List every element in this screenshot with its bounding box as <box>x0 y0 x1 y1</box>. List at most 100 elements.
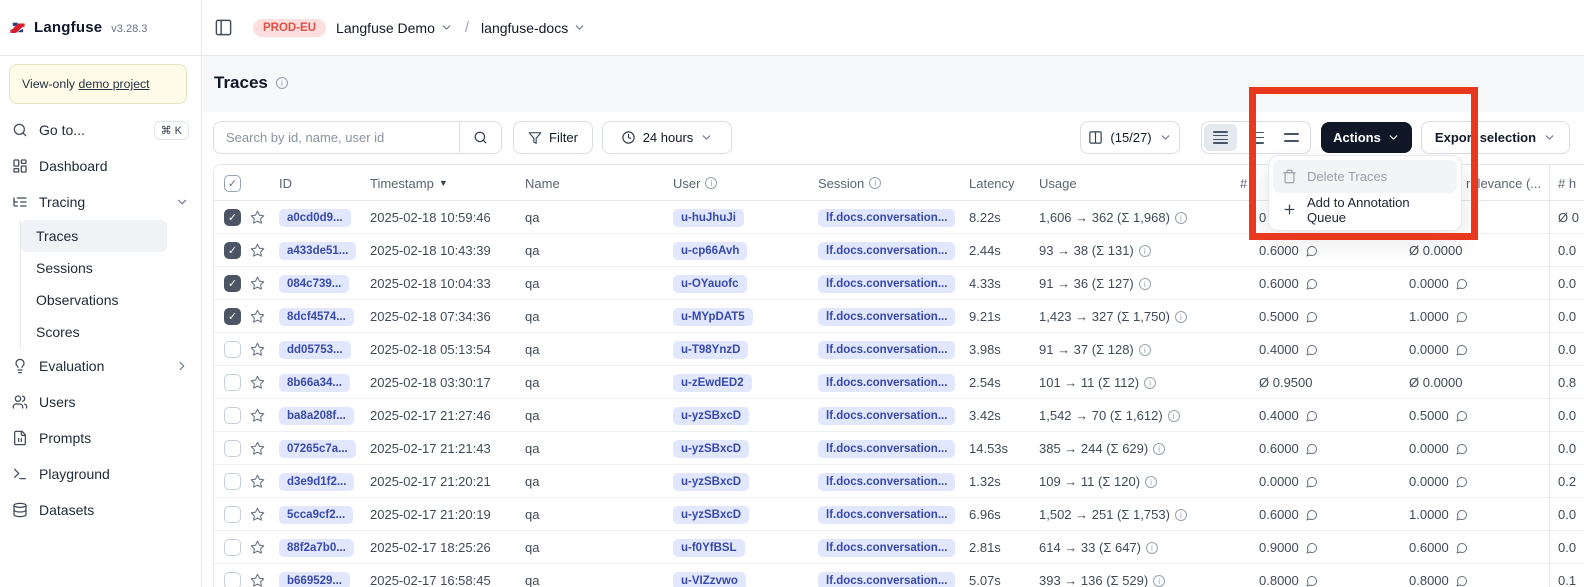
favorite-star-button[interactable] <box>250 531 265 564</box>
sidebar-item-observations[interactable]: Observations <box>21 284 167 316</box>
table-row[interactable]: a433de51... 2025-02-18 10:43:39 qa u-cp6… <box>214 234 1584 267</box>
comment-icon[interactable] <box>1306 443 1318 455</box>
user-badge[interactable]: u-huJhuJi <box>673 209 744 227</box>
row-height-tall-button[interactable] <box>1275 124 1308 151</box>
favorite-star-button[interactable] <box>250 432 265 465</box>
sidebar-item-users[interactable]: Users <box>0 384 201 420</box>
table-row[interactable]: ba8a208f... 2025-02-17 21:27:46 qa u-yzS… <box>214 399 1584 432</box>
session-badge[interactable]: lf.docs.conversation... <box>818 506 955 524</box>
row-checkbox[interactable] <box>224 275 241 292</box>
comment-icon[interactable] <box>1306 476 1318 488</box>
favorite-star-button[interactable] <box>250 234 265 267</box>
user-badge[interactable]: u-OYauofc <box>673 275 747 293</box>
trace-id-badge[interactable]: ba8a208f... <box>279 407 354 425</box>
row-checkbox[interactable] <box>224 242 241 259</box>
session-badge[interactable]: lf.docs.conversation... <box>818 572 955 587</box>
user-badge[interactable]: u-MYpDAT5 <box>673 308 753 326</box>
sidebar-item-datasets[interactable]: Datasets <box>0 492 201 528</box>
table-row[interactable]: 084c739... 2025-02-18 10:04:33 qa u-OYau… <box>214 267 1584 300</box>
org-switcher[interactable]: Langfuse Demo <box>336 20 453 36</box>
table-row[interactable]: 8b66a34... 2025-02-18 03:30:17 qa u-zEwd… <box>214 366 1584 399</box>
row-checkbox[interactable] <box>224 539 241 556</box>
comment-icon[interactable] <box>1456 344 1468 356</box>
table-row[interactable]: b669529... 2025-02-17 16:58:45 qa u-VIZz… <box>214 564 1584 587</box>
comment-icon[interactable] <box>1306 509 1318 521</box>
user-badge[interactable]: u-yzSBxcD <box>673 407 749 425</box>
favorite-star-button[interactable] <box>250 300 265 333</box>
column-visibility-button[interactable]: (15/27) <box>1080 121 1180 154</box>
trace-id-badge[interactable]: 8b66a34... <box>279 374 350 392</box>
user-badge[interactable]: u-VIZzvwo <box>673 572 746 587</box>
row-checkbox[interactable] <box>224 473 241 490</box>
user-badge[interactable]: u-zEwdED2 <box>673 374 752 392</box>
comment-icon[interactable] <box>1306 410 1318 422</box>
trace-id-badge[interactable]: d3e9d1f2... <box>279 473 354 491</box>
session-badge[interactable]: lf.docs.conversation... <box>818 275 955 293</box>
session-badge[interactable]: lf.docs.conversation... <box>818 242 955 260</box>
row-checkbox[interactable] <box>224 308 241 325</box>
favorite-star-button[interactable] <box>250 333 265 366</box>
comment-icon[interactable] <box>1306 311 1318 323</box>
row-checkbox[interactable] <box>224 572 241 587</box>
comment-icon[interactable] <box>1456 575 1468 587</box>
favorite-star-button[interactable] <box>250 366 265 399</box>
favorite-star-button[interactable] <box>250 498 265 531</box>
row-height-compact-button[interactable] <box>1204 124 1237 151</box>
trace-id-badge[interactable]: dd05753... <box>279 341 351 359</box>
header-timestamp[interactable]: Timestamp▼ <box>370 165 448 201</box>
user-badge[interactable]: u-yzSBxcD <box>673 506 749 524</box>
sidebar-item-goto[interactable]: Go to... ⌘ K <box>0 112 201 148</box>
comment-icon[interactable] <box>1456 476 1468 488</box>
sidebar-item-traces[interactable]: Traces <box>21 220 167 252</box>
trace-id-badge[interactable]: 5cca9cf2... <box>279 506 353 524</box>
comment-icon[interactable] <box>1456 443 1468 455</box>
row-checkbox[interactable] <box>224 341 241 358</box>
user-badge[interactable]: u-yzSBxcD <box>673 440 749 458</box>
session-badge[interactable]: lf.docs.conversation... <box>818 473 955 491</box>
session-badge[interactable]: lf.docs.conversation... <box>818 407 955 425</box>
trace-id-badge[interactable]: 084c739... <box>279 275 349 293</box>
user-badge[interactable]: u-T98YnzD <box>673 341 748 359</box>
filter-button[interactable]: Filter <box>513 121 593 154</box>
trace-id-badge[interactable]: 88f2a7b0... <box>279 539 354 557</box>
row-checkbox[interactable] <box>224 374 241 391</box>
comment-icon[interactable] <box>1456 410 1468 422</box>
comment-icon[interactable] <box>1306 245 1318 257</box>
time-range-button[interactable]: 24 hours <box>602 121 732 154</box>
comment-icon[interactable] <box>1456 542 1468 554</box>
comment-icon[interactable] <box>1456 509 1468 521</box>
sidebar-item-scores[interactable]: Scores <box>21 316 167 348</box>
row-checkbox[interactable] <box>224 506 241 523</box>
menu-item-delete-traces[interactable]: Delete Traces <box>1273 160 1457 193</box>
search-input[interactable] <box>214 122 459 153</box>
trace-id-badge[interactable]: 07265c7a... <box>279 440 356 458</box>
table-row[interactable]: 88f2a7b0... 2025-02-17 18:25:26 qa u-f0Y… <box>214 531 1584 564</box>
actions-button[interactable]: Actions <box>1321 122 1412 153</box>
sidebar-item-prompts[interactable]: Prompts <box>0 420 201 456</box>
favorite-star-button[interactable] <box>250 201 265 234</box>
sidebar-item-dashboard[interactable]: Dashboard <box>0 148 201 184</box>
comment-icon[interactable] <box>1456 311 1468 323</box>
export-selection-button[interactable]: Export selection <box>1421 121 1570 154</box>
session-badge[interactable]: lf.docs.conversation... <box>818 209 955 227</box>
session-badge[interactable]: lf.docs.conversation... <box>818 308 955 326</box>
user-badge[interactable]: u-cp66Avh <box>673 242 747 260</box>
sidebar-item-evaluation[interactable]: Evaluation <box>0 348 201 384</box>
row-checkbox[interactable] <box>224 440 241 457</box>
comment-icon[interactable] <box>1306 344 1318 356</box>
session-badge[interactable]: lf.docs.conversation... <box>818 440 955 458</box>
trace-id-badge[interactable]: a0cd0d9... <box>279 209 351 227</box>
favorite-star-button[interactable] <box>250 465 265 498</box>
panel-left-icon[interactable] <box>214 18 233 37</box>
favorite-star-button[interactable] <box>250 564 265 587</box>
session-badge[interactable]: lf.docs.conversation... <box>818 341 955 359</box>
project-switcher[interactable]: langfuse-docs <box>481 20 586 36</box>
comment-icon[interactable] <box>1306 278 1318 290</box>
sidebar-item-tracing[interactable]: Tracing <box>0 184 201 220</box>
session-badge[interactable]: lf.docs.conversation... <box>818 374 955 392</box>
user-badge[interactable]: u-f0YfBSL <box>673 539 745 557</box>
user-badge[interactable]: u-yzSBxcD <box>673 473 749 491</box>
search-submit-button[interactable] <box>459 122 501 153</box>
favorite-star-button[interactable] <box>250 267 265 300</box>
sidebar-item-sessions[interactable]: Sessions <box>21 252 167 284</box>
